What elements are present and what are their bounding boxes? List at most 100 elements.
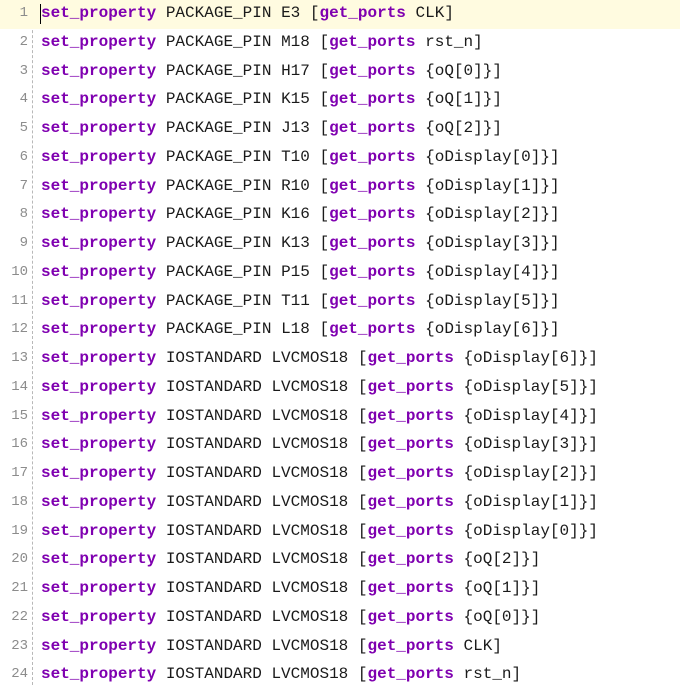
- tcl-command: set_property: [41, 349, 157, 367]
- code-editor[interactable]: 1 set_property PACKAGE_PIN E3 [get_ports …: [0, 0, 680, 685]
- port-name: {oQ[2]}]: [425, 119, 502, 137]
- code-line[interactable]: 9 set_property PACKAGE_PIN K13 [get_ports…: [0, 230, 680, 259]
- line-code[interactable]: set_property IOSTANDARD LVCMOS18 [get_po…: [41, 492, 598, 512]
- code-line[interactable]: 13 set_property IOSTANDARD LVCMOS18 [get_…: [0, 345, 680, 374]
- code-line[interactable]: 23 set_property IOSTANDARD LVCMOS18 [get_…: [0, 633, 680, 662]
- code-line[interactable]: 5 set_property PACKAGE_PIN J13 [get_ports…: [0, 115, 680, 144]
- code-line[interactable]: 1 set_property PACKAGE_PIN E3 [get_ports …: [0, 0, 680, 29]
- code-line[interactable]: 16 set_property IOSTANDARD LVCMOS18 [get_…: [0, 431, 680, 460]
- line-code[interactable]: set_property PACKAGE_PIN T11 [get_ports …: [41, 291, 560, 311]
- code-line[interactable]: 17 set_property IOSTANDARD LVCMOS18 [get_…: [0, 460, 680, 489]
- line-code[interactable]: set_property IOSTANDARD LVCMOS18 [get_po…: [41, 664, 521, 684]
- code-line[interactable]: 10 set_property PACKAGE_PIN P15 [get_port…: [0, 259, 680, 288]
- line-code[interactable]: set_property PACKAGE_PIN L18 [get_ports …: [41, 319, 560, 339]
- open-bracket: [: [319, 90, 330, 109]
- open-bracket: [: [319, 119, 330, 137]
- tcl-subcommand: get_ports: [329, 61, 416, 80]
- line-number: 16: [11, 436, 28, 453]
- line-code[interactable]: set_property IOSTANDARD LVCMOS18 [get_po…: [41, 521, 598, 541]
- property-name: PACKAGE_PIN: [165, 32, 272, 51]
- line-code[interactable]: set_property PACKAGE_PIN J13 [get_ports …: [41, 118, 502, 138]
- code-line[interactable]: 3 set_property PACKAGE_PIN H17 [get_ports…: [0, 58, 680, 87]
- tcl-subcommand: get_ports: [367, 464, 454, 482]
- tcl-command: set_property: [41, 176, 157, 195]
- line-number: 22: [11, 608, 28, 625]
- port-name: {oDisplay[5]}]: [425, 291, 560, 310]
- line-code[interactable]: set_property PACKAGE_PIN P15 [get_ports …: [41, 262, 560, 282]
- code-line[interactable]: 15 set_property IOSTANDARD LVCMOS18 [get_…: [0, 403, 680, 432]
- line-number: 11: [11, 292, 28, 309]
- property-value: LVCMOS18: [271, 464, 349, 482]
- code-lines[interactable]: 1 set_property PACKAGE_PIN E3 [get_ports …: [0, 0, 680, 685]
- property-name: PACKAGE_PIN: [165, 291, 272, 310]
- code-line[interactable]: 7 set_property PACKAGE_PIN R10 [get_ports…: [0, 173, 680, 202]
- tcl-command: set_property: [41, 234, 157, 252]
- code-line[interactable]: 11 set_property PACKAGE_PIN T11 [get_port…: [0, 288, 680, 317]
- port-name: rst_n]: [425, 32, 483, 51]
- code-line[interactable]: 21 set_property IOSTANDARD LVCMOS18 [get_…: [0, 575, 680, 604]
- code-line[interactable]: 22 set_property IOSTANDARD LVCMOS18 [get_…: [0, 604, 680, 633]
- line-number: 24: [11, 666, 28, 683]
- code-line[interactable]: 14 set_property IOSTANDARD LVCMOS18 [get_…: [0, 374, 680, 403]
- line-code[interactable]: set_property PACKAGE_PIN M18 [get_ports …: [41, 32, 483, 52]
- code-line[interactable]: 2 set_property PACKAGE_PIN M18 [get_ports…: [0, 29, 680, 58]
- port-name: {oDisplay[4]}]: [463, 406, 598, 425]
- line-number: 8: [19, 206, 28, 223]
- line-code[interactable]: set_property IOSTANDARD LVCMOS18 [get_po…: [41, 578, 540, 598]
- tcl-subcommand: get_ports: [367, 435, 454, 454]
- line-code[interactable]: set_property IOSTANDARD LVCMOS18 [get_po…: [41, 463, 598, 483]
- property-name: PACKAGE_PIN: [165, 90, 272, 109]
- code-line[interactable]: 24 set_property IOSTANDARD LVCMOS18 [get_…: [0, 661, 680, 685]
- port-name: {oDisplay[6]}]: [425, 320, 560, 339]
- line-code[interactable]: set_property PACKAGE_PIN E3 [get_ports C…: [41, 3, 454, 23]
- line-number: 21: [11, 580, 28, 596]
- port-name: {oDisplay[1]}]: [425, 176, 560, 195]
- line-number: 18: [11, 493, 28, 510]
- code-line[interactable]: 18 set_property IOSTANDARD LVCMOS18 [get_…: [0, 489, 680, 518]
- line-code[interactable]: set_property IOSTANDARD LVCMOS18 [get_po…: [41, 348, 598, 368]
- tcl-subcommand: get_ports: [367, 377, 454, 396]
- line-code[interactable]: set_property PACKAGE_PIN R10 [get_ports …: [41, 176, 560, 196]
- line-code[interactable]: set_property PACKAGE_PIN K15 [get_ports …: [41, 89, 502, 109]
- property-value: LVCMOS18: [271, 349, 349, 367]
- line-code[interactable]: set_property PACKAGE_PIN H17 [get_ports …: [41, 61, 502, 81]
- line-code[interactable]: set_property IOSTANDARD LVCMOS18 [get_po…: [41, 607, 540, 627]
- open-bracket: [: [319, 147, 330, 166]
- tcl-subcommand: get_ports: [367, 521, 454, 540]
- line-code[interactable]: set_property IOSTANDARD LVCMOS18 [get_po…: [41, 549, 540, 569]
- tcl-subcommand: get_ports: [367, 665, 454, 684]
- tcl-subcommand: get_ports: [329, 234, 416, 252]
- property-name: IOSTANDARD: [165, 636, 262, 655]
- line-code[interactable]: set_property IOSTANDARD LVCMOS18 [get_po…: [41, 406, 598, 426]
- port-name: {oDisplay[4]}]: [425, 262, 560, 281]
- port-name: {oDisplay[2]}]: [463, 464, 598, 482]
- code-line[interactable]: 19 set_property IOSTANDARD LVCMOS18 [get_…: [0, 518, 680, 547]
- line-number: 14: [11, 378, 28, 395]
- line-code[interactable]: set_property IOSTANDARD LVCMOS18 [get_po…: [41, 636, 502, 656]
- property-value: LVCMOS18: [271, 550, 349, 569]
- line-code[interactable]: set_property PACKAGE_PIN T10 [get_ports …: [41, 147, 560, 167]
- property-name: IOSTANDARD: [165, 665, 262, 684]
- open-bracket: [: [319, 262, 330, 281]
- port-name: {oQ[0]}]: [463, 607, 541, 626]
- line-code[interactable]: set_property IOSTANDARD LVCMOS18 [get_po…: [41, 377, 598, 397]
- code-line[interactable]: 6 set_property PACKAGE_PIN T10 [get_ports…: [0, 144, 680, 173]
- line-code[interactable]: set_property PACKAGE_PIN K16 [get_ports …: [41, 204, 560, 224]
- property-name: PACKAGE_PIN: [165, 262, 272, 281]
- line-number: 10: [11, 263, 28, 280]
- line-number: 7: [19, 177, 28, 194]
- tcl-command: set_property: [41, 61, 157, 80]
- code-line[interactable]: 12 set_property PACKAGE_PIN L18 [get_port…: [0, 316, 680, 345]
- open-bracket: [: [319, 61, 330, 80]
- property-name: IOSTANDARD: [165, 349, 262, 367]
- code-line[interactable]: 20 set_property IOSTANDARD LVCMOS18 [get_…: [0, 546, 680, 575]
- line-code[interactable]: set_property PACKAGE_PIN K13 [get_ports …: [41, 233, 560, 253]
- property-name: IOSTANDARD: [165, 492, 262, 511]
- property-name: PACKAGE_PIN: [165, 119, 272, 137]
- line-code[interactable]: set_property IOSTANDARD LVCMOS18 [get_po…: [41, 434, 598, 454]
- port-name: rst_n]: [463, 665, 522, 684]
- property-name: PACKAGE_PIN: [165, 205, 272, 224]
- property-value: LVCMOS18: [271, 665, 349, 684]
- code-line[interactable]: 8 set_property PACKAGE_PIN K16 [get_ports…: [0, 201, 680, 230]
- code-line[interactable]: 4 set_property PACKAGE_PIN K15 [get_ports…: [0, 86, 680, 115]
